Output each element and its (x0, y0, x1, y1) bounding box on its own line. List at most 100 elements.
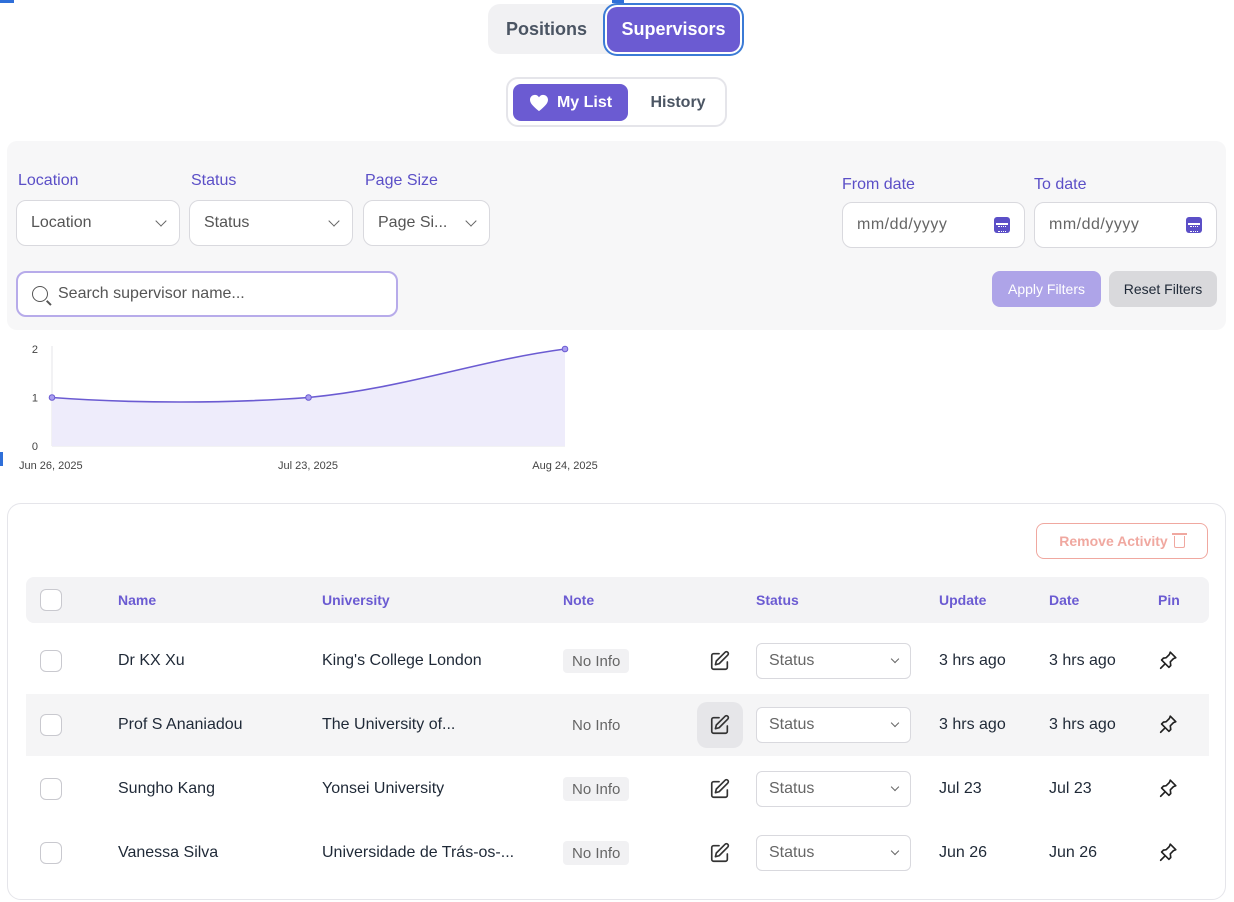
pin-button[interactable] (1157, 777, 1181, 801)
row-status-value: Status (769, 780, 815, 797)
location-select[interactable]: Location (16, 200, 180, 246)
tab-history[interactable]: History (632, 84, 724, 121)
focus-indicator (612, 0, 624, 3)
row-name: Sungho Kang (118, 780, 215, 797)
focus-indicator (0, 0, 14, 3)
chevron-down-icon (890, 654, 900, 664)
remove-activity-button[interactable]: Remove Activity (1036, 523, 1208, 559)
pencil-icon (710, 650, 730, 671)
edit-note-button[interactable] (697, 702, 743, 748)
pin-icon (1159, 651, 1177, 670)
chevron-down-icon (465, 215, 477, 227)
from-date-label: From date (842, 176, 915, 193)
page-size-select-value: Page Si... (378, 214, 448, 231)
tab-supervisors-label: Supervisors (607, 7, 740, 52)
pencil-icon (710, 842, 730, 863)
row-date: 3 hrs ago (1049, 716, 1116, 733)
tab-my-list-label: My List (556, 93, 613, 111)
table-row: Prof S Ananiadou The University of... No I… (26, 694, 1209, 756)
edit-note-button[interactable] (697, 766, 743, 812)
tab-my-list[interactable]: My List (513, 84, 628, 121)
header-university[interactable]: University (322, 577, 390, 623)
search-box (16, 271, 398, 317)
location-label: Location (18, 172, 79, 189)
row-date: Jul 23 (1049, 780, 1092, 797)
chart-x-tick-label: Jun 26, 2025 (19, 460, 83, 472)
header-name[interactable]: Name (118, 577, 156, 623)
supervisor-table-panel: Remove Activity Name University Note Sta… (7, 503, 1226, 900)
chart-y-tick-label: 0 (32, 441, 38, 453)
row-note: No Info (563, 777, 630, 801)
chevron-down-icon (890, 782, 900, 792)
row-update: Jul 23 (939, 780, 982, 797)
row-name: Dr KX Xu (118, 652, 185, 669)
row-status-select[interactable]: Status (756, 771, 911, 807)
list-tab-group: My List History (506, 77, 727, 127)
header-update[interactable]: Update (939, 577, 986, 623)
table-row: Dr KX Xu King's College London No Info Stat… (26, 630, 1209, 692)
chart-x-tick-label: Jul 23, 2025 (278, 460, 338, 472)
edit-note-button[interactable] (697, 830, 743, 876)
to-date-input[interactable]: mm/dd/yyyy (1034, 202, 1217, 248)
status-label: Status (191, 172, 237, 189)
chart-y-tick-label: 1 (32, 393, 38, 405)
chart-point (561, 345, 569, 353)
chevron-down-icon (890, 846, 900, 856)
pin-button[interactable] (1157, 841, 1181, 865)
header-pin: Pin (1158, 592, 1180, 608)
heart-icon (529, 94, 548, 111)
pin-icon (1159, 779, 1177, 798)
row-university: King's College London (322, 652, 482, 669)
top-tab-group: Positions Supervisors (488, 4, 743, 54)
row-note: No Info (563, 649, 630, 673)
row-checkbox[interactable] (40, 714, 62, 736)
activity-chart: 0 1 2 Jun 26, 2025 Jul 23, 2025 Aug 24, 2025 (19, 344, 598, 472)
row-checkbox[interactable] (40, 778, 62, 800)
tab-supervisors[interactable]: Supervisors (605, 4, 743, 54)
search-icon (32, 286, 48, 302)
chart-point (305, 394, 312, 401)
from-date-value: mm/dd/yyyy (857, 216, 948, 233)
chevron-down-icon (155, 215, 167, 227)
chevron-down-icon (328, 215, 340, 227)
row-checkbox[interactable] (40, 842, 62, 864)
pin-button[interactable] (1157, 649, 1181, 673)
chart-y-tick-label: 2 (32, 344, 38, 356)
to-date-label: To date (1034, 176, 1087, 193)
filter-panel: Location Location Status Status Page Siz… (7, 141, 1226, 330)
row-status-select[interactable]: Status (756, 643, 911, 679)
page-size-select[interactable]: Page Si... (363, 200, 490, 246)
row-status-select[interactable]: Status (756, 707, 911, 743)
status-select[interactable]: Status (189, 200, 353, 246)
reset-filters-button[interactable]: Reset Filters (1109, 271, 1217, 307)
pencil-icon (710, 778, 730, 799)
select-all-checkbox[interactable] (40, 589, 62, 611)
row-status-select[interactable]: Status (756, 835, 911, 871)
row-university: Yonsei University (322, 780, 445, 797)
header-note[interactable]: Note (563, 577, 594, 623)
row-checkbox[interactable] (40, 650, 62, 672)
tab-positions[interactable]: Positions (488, 4, 605, 54)
header-date[interactable]: Date (1049, 577, 1079, 623)
pin-button[interactable] (1157, 713, 1181, 737)
chart-point (48, 394, 56, 401)
edit-note-button[interactable] (697, 638, 743, 684)
pencil-icon (710, 714, 730, 735)
search-input[interactable] (58, 285, 378, 303)
row-name: Prof S Ananiadou (118, 716, 243, 733)
row-update: 3 hrs ago (939, 716, 1006, 733)
header-status[interactable]: Status (756, 577, 799, 623)
status-select-value: Status (204, 214, 250, 231)
location-select-value: Location (31, 214, 92, 231)
row-university: The University of... (322, 716, 456, 733)
row-update: Jun 26 (939, 844, 988, 861)
calendar-icon[interactable] (994, 217, 1010, 233)
row-date: Jun 26 (1049, 844, 1098, 861)
calendar-icon[interactable] (1186, 217, 1202, 233)
table-row: Vanessa Silva Universidade de Trás-os-...… (26, 822, 1209, 884)
pin-icon (1159, 843, 1177, 862)
pin-icon (1159, 715, 1177, 734)
apply-filters-button[interactable]: Apply Filters (992, 271, 1101, 307)
trash-icon (1171, 533, 1187, 548)
from-date-input[interactable]: mm/dd/yyyy (842, 202, 1025, 248)
